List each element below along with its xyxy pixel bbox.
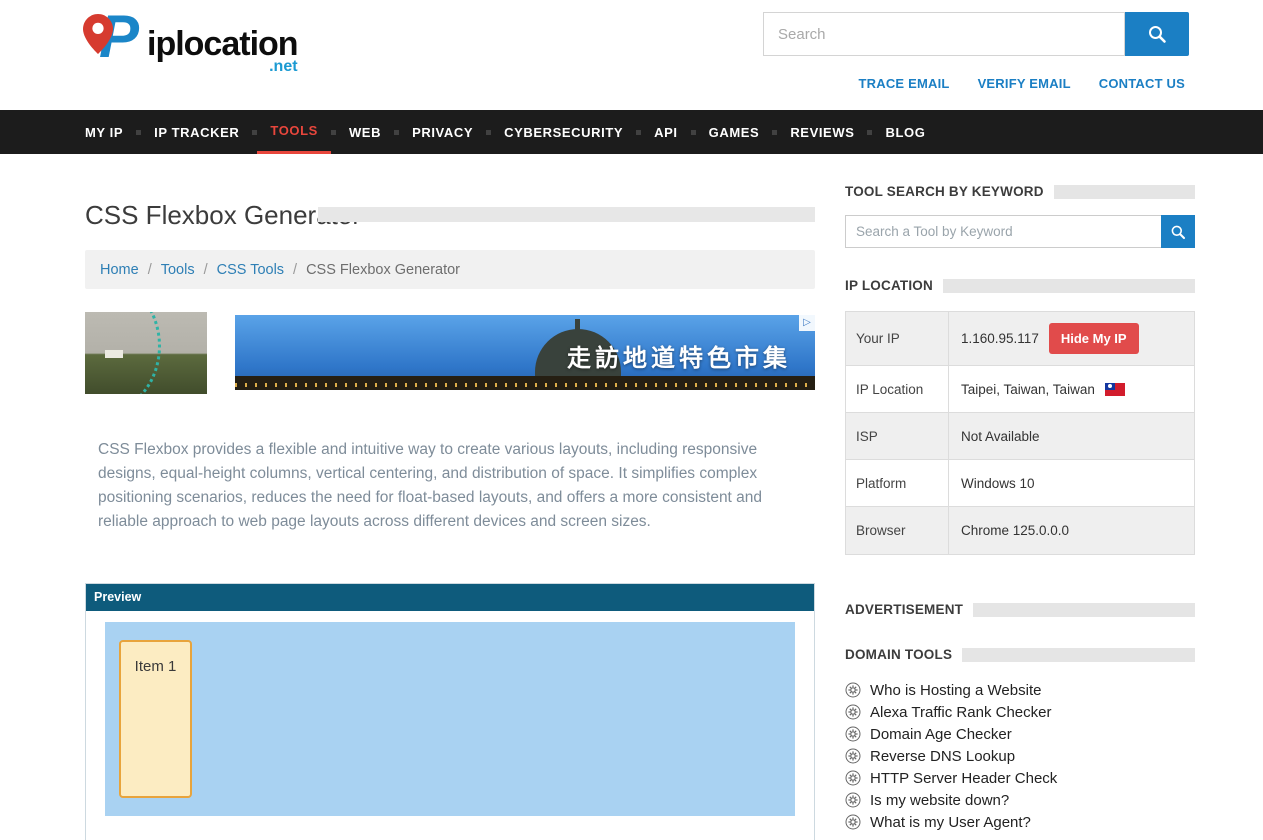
list-item-alexa-rank[interactable]: Alexa Traffic Rank Checker (845, 701, 1195, 723)
breadcrumb-current: CSS Flexbox Generator (306, 262, 460, 278)
tool-description: CSS Flexbox provides a flexible and intu… (98, 438, 798, 534)
nav-my-ip[interactable]: MY IP (85, 110, 136, 154)
table-row: Browser Chrome 125.0.0.0 (846, 507, 1194, 554)
table-row: IP Location Taipei, Taiwan, Taiwan (846, 366, 1194, 413)
row-value: Not Available (949, 413, 1194, 459)
preview-panel: Preview Item 1 (85, 583, 815, 840)
gear-icon (845, 682, 861, 698)
ad-image-right: 走訪地道特色市集 ▷ (235, 315, 815, 390)
nav-ip-tracker[interactable]: IP TRACKER (141, 110, 252, 154)
search-icon (1147, 24, 1167, 44)
site-search (763, 12, 1189, 56)
list-item-hosting[interactable]: Who is Hosting a Website (845, 679, 1195, 701)
row-value: Windows 10 (949, 460, 1194, 506)
nav-web[interactable]: WEB (336, 110, 394, 154)
flex-preview-container: Item 1 (105, 622, 795, 816)
nav-cybersecurity[interactable]: CYBERSECURITY (491, 110, 636, 154)
row-label: Browser (846, 507, 949, 554)
ip-location-heading: IP LOCATION (845, 278, 1195, 293)
nav-blog[interactable]: BLOG (872, 110, 938, 154)
nav-games[interactable]: GAMES (696, 110, 773, 154)
nav-tools[interactable]: TOOLS (257, 110, 331, 154)
ad-image-left (85, 312, 207, 394)
domain-tools-heading: DOMAIN TOOLS (845, 647, 1195, 662)
breadcrumb-separator (204, 262, 208, 278)
logo-word: iplocation (147, 26, 298, 62)
row-label: Platform (846, 460, 949, 506)
nav-privacy[interactable]: PRIVACY (399, 110, 486, 154)
ad-headline: 走訪地道特色市集 (567, 338, 791, 373)
tool-search-input[interactable] (845, 215, 1161, 248)
row-label: IP Location (846, 366, 949, 412)
adchoices-icon[interactable]: ▷ (799, 315, 815, 331)
your-ip-value: 1.160.95.117 (961, 331, 1039, 346)
row-label: ISP (846, 413, 949, 459)
breadcrumb-separator (148, 262, 152, 278)
table-row: ISP Not Available (846, 413, 1194, 460)
gear-icon (845, 770, 861, 786)
row-value: 1.160.95.117 Hide My IP (949, 312, 1194, 365)
tool-search-button[interactable] (1161, 215, 1195, 248)
domain-tools-list: Who is Hosting a Website Alexa Traffic R… (845, 679, 1195, 833)
title-decoration-bar (318, 207, 815, 222)
ip-location-value: Taipei, Taiwan, Taiwan (961, 382, 1095, 397)
row-value: Chrome 125.0.0.0 (949, 507, 1194, 554)
row-value: Taipei, Taiwan, Taiwan (949, 366, 1194, 412)
gear-icon (845, 726, 861, 742)
preview-header: Preview (86, 584, 814, 611)
list-item-user-agent[interactable]: What is my User Agent? (845, 811, 1195, 833)
table-row: Your IP 1.160.95.117 Hide My IP (846, 312, 1194, 366)
header-links: TRACE EMAIL VERIFY EMAIL CONTACT US (859, 76, 1185, 91)
site-search-input[interactable] (763, 12, 1125, 56)
taiwan-flag-icon (1105, 383, 1125, 396)
gear-icon (845, 748, 861, 764)
flex-preview-item: Item 1 (119, 640, 192, 798)
search-icon (1170, 224, 1186, 240)
nav-reviews[interactable]: REVIEWS (777, 110, 867, 154)
gear-icon (845, 792, 861, 808)
ip-info-table: Your IP 1.160.95.117 Hide My IP IP Locat… (845, 311, 1195, 555)
nav-api[interactable]: API (641, 110, 690, 154)
map-pin-icon (83, 14, 113, 54)
hide-my-ip-button[interactable]: Hide My IP (1049, 323, 1139, 354)
gear-icon (845, 814, 861, 830)
advertisement-heading: ADVERTISEMENT (845, 602, 1195, 617)
trace-email-link[interactable]: TRACE EMAIL (859, 76, 950, 91)
list-item-http-header[interactable]: HTTP Server Header Check (845, 767, 1195, 789)
gear-icon (845, 704, 861, 720)
list-item-website-down[interactable]: Is my website down? (845, 789, 1195, 811)
logo-pin-icon: P (83, 12, 143, 82)
table-row: Platform Windows 10 (846, 460, 1194, 507)
main-nav: MY IP IP TRACKER TOOLS WEB PRIVACY CYBER… (0, 110, 1263, 154)
breadcrumb-separator (293, 262, 297, 278)
list-item-domain-age[interactable]: Domain Age Checker (845, 723, 1195, 745)
tool-search-heading: TOOL SEARCH BY KEYWORD (845, 184, 1195, 199)
page: P iplocation .net TRACE EMAIL VERIFY EMA… (0, 0, 1263, 840)
row-label: Your IP (846, 312, 949, 365)
breadcrumb-tools[interactable]: Tools (161, 262, 195, 278)
ad-banner[interactable]: 走訪地道特色市集 ▷ (85, 310, 815, 396)
list-item-reverse-dns[interactable]: Reverse DNS Lookup (845, 745, 1195, 767)
site-logo[interactable]: P iplocation .net (83, 12, 298, 82)
contact-us-link[interactable]: CONTACT US (1099, 76, 1185, 91)
breadcrumb-home[interactable]: Home (100, 262, 139, 278)
breadcrumb-css-tools[interactable]: CSS Tools (217, 262, 284, 278)
breadcrumb: Home Tools CSS Tools CSS Flexbox Generat… (85, 250, 815, 289)
tool-search (845, 215, 1195, 248)
site-search-button[interactable] (1125, 12, 1189, 56)
verify-email-link[interactable]: VERIFY EMAIL (978, 76, 1071, 91)
